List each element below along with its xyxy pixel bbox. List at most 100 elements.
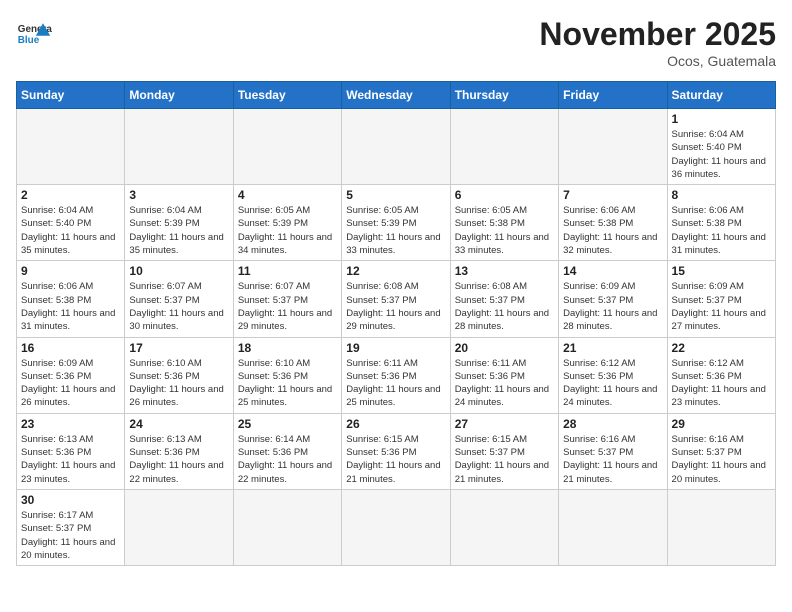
calendar-cell	[233, 489, 341, 565]
calendar-cell: 20Sunrise: 6:11 AM Sunset: 5:36 PM Dayli…	[450, 337, 558, 413]
day-info: Sunrise: 6:05 AM Sunset: 5:38 PM Dayligh…	[455, 204, 554, 257]
calendar-row-1: 1Sunrise: 6:04 AM Sunset: 5:40 PM Daylig…	[17, 109, 776, 185]
day-info: Sunrise: 6:06 AM Sunset: 5:38 PM Dayligh…	[672, 204, 771, 257]
calendar-cell: 14Sunrise: 6:09 AM Sunset: 5:37 PM Dayli…	[559, 261, 667, 337]
calendar-cell: 28 Sunrise: 6:16 AM Sunset: 5:37 PM Dayli…	[559, 413, 667, 489]
location: Ocos, Guatemala	[539, 53, 776, 69]
day-number: 9	[21, 264, 120, 278]
day-number: 16	[21, 341, 120, 355]
day-info: Sunrise: 6:06 AM Sunset: 5:38 PM Dayligh…	[21, 280, 120, 333]
day-info: Sunrise: 6:14 AM Sunset: 5:36 PM Dayligh…	[238, 433, 337, 486]
header-wednesday: Wednesday	[342, 82, 450, 109]
calendar-cell: 2Sunrise: 6:04 AM Sunset: 5:40 PM Daylig…	[17, 185, 125, 261]
calendar-cell: 12 Sunrise: 6:08 AM Sunset: 5:37 PM Dayli…	[342, 261, 450, 337]
calendar-row-3: 9 Sunrise: 6:06 AM Sunset: 5:38 PM Daylig…	[17, 261, 776, 337]
calendar-cell: 3Sunrise: 6:04 AM Sunset: 5:39 PM Daylig…	[125, 185, 233, 261]
calendar-cell: 10 Sunrise: 6:07 AM Sunset: 5:37 PM Dayli…	[125, 261, 233, 337]
day-info: Sunrise: 6:13 AM Sunset: 5:36 PM Dayligh…	[129, 433, 228, 486]
calendar-row-4: 16 Sunrise: 6:09 AM Sunset: 5:36 PM Dayli…	[17, 337, 776, 413]
header-saturday: Saturday	[667, 82, 775, 109]
calendar-cell: 17Sunrise: 6:10 AM Sunset: 5:36 PM Dayli…	[125, 337, 233, 413]
header-thursday: Thursday	[450, 82, 558, 109]
title-area: November 2025 Ocos, Guatemala	[539, 16, 776, 69]
day-info: Sunrise: 6:04 AM Sunset: 5:40 PM Dayligh…	[21, 204, 120, 257]
day-number: 27	[455, 417, 554, 431]
calendar-cell	[125, 109, 233, 185]
day-number: 1	[672, 112, 771, 126]
day-info: Sunrise: 6:13 AM Sunset: 5:36 PM Dayligh…	[21, 433, 120, 486]
day-info: Sunrise: 6:08 AM Sunset: 5:37 PM Dayligh…	[346, 280, 445, 333]
calendar-cell: 15Sunrise: 6:09 AM Sunset: 5:37 PM Dayli…	[667, 261, 775, 337]
day-number: 6	[455, 188, 554, 202]
day-info: Sunrise: 6:16 AM Sunset: 5:37 PM Dayligh…	[563, 433, 662, 486]
day-info: Sunrise: 6:15 AM Sunset: 5:36 PM Dayligh…	[346, 433, 445, 486]
page-header: General Blue November 2025 Ocos, Guatema…	[16, 16, 776, 69]
day-number: 26	[346, 417, 445, 431]
calendar-cell	[667, 489, 775, 565]
day-number: 29	[672, 417, 771, 431]
calendar-cell: 21Sunrise: 6:12 AM Sunset: 5:36 PM Dayli…	[559, 337, 667, 413]
calendar-cell: 26 Sunrise: 6:15 AM Sunset: 5:36 PM Dayli…	[342, 413, 450, 489]
day-number: 23	[21, 417, 120, 431]
calendar-cell	[342, 109, 450, 185]
day-number: 13	[455, 264, 554, 278]
header-friday: Friday	[559, 82, 667, 109]
day-number: 8	[672, 188, 771, 202]
calendar-cell	[17, 109, 125, 185]
calendar-cell	[450, 489, 558, 565]
calendar-cell: 16 Sunrise: 6:09 AM Sunset: 5:36 PM Dayli…	[17, 337, 125, 413]
day-info: Sunrise: 6:09 AM Sunset: 5:36 PM Dayligh…	[21, 357, 120, 410]
calendar-cell: 30Sunrise: 6:17 AM Sunset: 5:37 PM Dayli…	[17, 489, 125, 565]
calendar-cell: 9 Sunrise: 6:06 AM Sunset: 5:38 PM Daylig…	[17, 261, 125, 337]
calendar-cell	[450, 109, 558, 185]
calendar-cell	[125, 489, 233, 565]
day-info: Sunrise: 6:07 AM Sunset: 5:37 PM Dayligh…	[129, 280, 228, 333]
calendar-cell: 24 Sunrise: 6:13 AM Sunset: 5:36 PM Dayli…	[125, 413, 233, 489]
day-number: 12	[346, 264, 445, 278]
day-number: 28	[563, 417, 662, 431]
header-monday: Monday	[125, 82, 233, 109]
header-sunday: Sunday	[17, 82, 125, 109]
calendar-cell: 27 Sunrise: 6:15 AM Sunset: 5:37 PM Dayli…	[450, 413, 558, 489]
day-number: 19	[346, 341, 445, 355]
day-info: Sunrise: 6:10 AM Sunset: 5:36 PM Dayligh…	[129, 357, 228, 410]
day-number: 25	[238, 417, 337, 431]
day-number: 22	[672, 341, 771, 355]
calendar-cell: 22Sunrise: 6:12 AM Sunset: 5:36 PM Dayli…	[667, 337, 775, 413]
logo-icon: General Blue	[16, 16, 52, 52]
day-number: 14	[563, 264, 662, 278]
weekday-header-row: Sunday Monday Tuesday Wednesday Thursday…	[17, 82, 776, 109]
calendar-cell: 7Sunrise: 6:06 AM Sunset: 5:38 PM Daylig…	[559, 185, 667, 261]
day-number: 24	[129, 417, 228, 431]
day-number: 20	[455, 341, 554, 355]
calendar-cell: 8 Sunrise: 6:06 AM Sunset: 5:38 PM Daylig…	[667, 185, 775, 261]
day-info: Sunrise: 6:05 AM Sunset: 5:39 PM Dayligh…	[238, 204, 337, 257]
day-number: 11	[238, 264, 337, 278]
day-number: 10	[129, 264, 228, 278]
calendar-cell: 13Sunrise: 6:08 AM Sunset: 5:37 PM Dayli…	[450, 261, 558, 337]
day-info: Sunrise: 6:06 AM Sunset: 5:38 PM Dayligh…	[563, 204, 662, 257]
calendar-cell: 19Sunrise: 6:11 AM Sunset: 5:36 PM Dayli…	[342, 337, 450, 413]
calendar-cell: 18Sunrise: 6:10 AM Sunset: 5:36 PM Dayli…	[233, 337, 341, 413]
header-tuesday: Tuesday	[233, 82, 341, 109]
day-info: Sunrise: 6:09 AM Sunset: 5:37 PM Dayligh…	[672, 280, 771, 333]
calendar-row-5: 23 Sunrise: 6:13 AM Sunset: 5:36 PM Dayli…	[17, 413, 776, 489]
calendar-cell	[559, 109, 667, 185]
calendar-cell	[342, 489, 450, 565]
day-info: Sunrise: 6:07 AM Sunset: 5:37 PM Dayligh…	[238, 280, 337, 333]
calendar-cell: 5Sunrise: 6:05 AM Sunset: 5:39 PM Daylig…	[342, 185, 450, 261]
calendar-cell: 4Sunrise: 6:05 AM Sunset: 5:39 PM Daylig…	[233, 185, 341, 261]
svg-text:Blue: Blue	[18, 35, 40, 46]
day-info: Sunrise: 6:17 AM Sunset: 5:37 PM Dayligh…	[21, 509, 120, 562]
day-info: Sunrise: 6:15 AM Sunset: 5:37 PM Dayligh…	[455, 433, 554, 486]
calendar-cell: 25 Sunrise: 6:14 AM Sunset: 5:36 PM Dayli…	[233, 413, 341, 489]
logo: General Blue	[16, 16, 52, 52]
day-number: 18	[238, 341, 337, 355]
calendar-row-2: 2Sunrise: 6:04 AM Sunset: 5:40 PM Daylig…	[17, 185, 776, 261]
day-number: 21	[563, 341, 662, 355]
month-title: November 2025	[539, 16, 776, 53]
day-info: Sunrise: 6:16 AM Sunset: 5:37 PM Dayligh…	[672, 433, 771, 486]
calendar-row-6: 30Sunrise: 6:17 AM Sunset: 5:37 PM Dayli…	[17, 489, 776, 565]
calendar-cell	[559, 489, 667, 565]
day-number: 5	[346, 188, 445, 202]
